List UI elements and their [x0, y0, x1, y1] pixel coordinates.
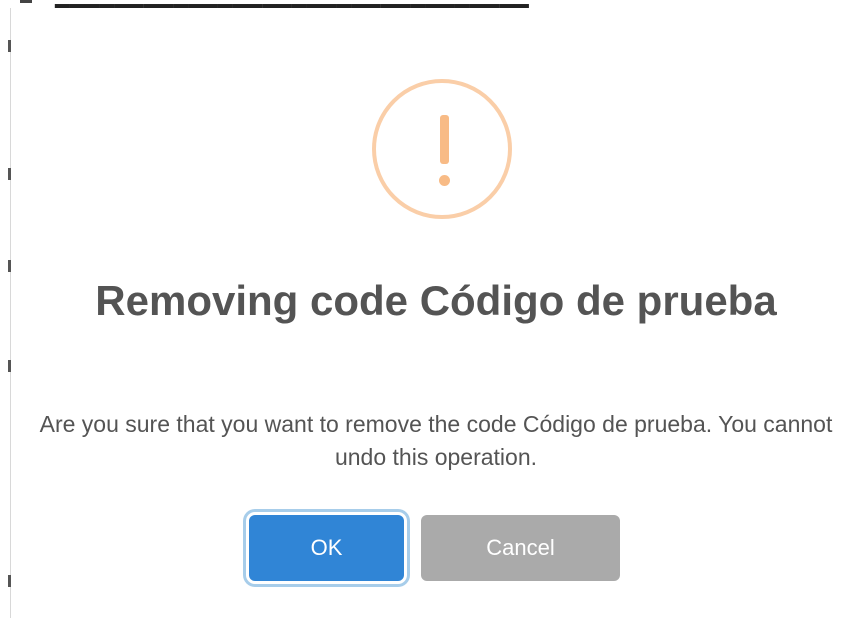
dialog-actions: OK Cancel: [0, 502, 847, 592]
background-mark: [20, 0, 32, 3]
cancel-button[interactable]: Cancel: [421, 515, 620, 581]
dialog-title: Removing code Código de prueba: [95, 277, 777, 324]
exclamation-bar: [440, 115, 449, 164]
warning-exclamation-icon: [372, 79, 512, 219]
dialog-message: Are you sure that you want to remove the…: [39, 411, 833, 470]
background-page-fragment: ▂▂▂▂▂▂▂▂▂▂▂▂▂▂▂▂▂▂▂▂▂▂▂▂▂▂▂▂▂▂▂▂: [0, 0, 847, 8]
exclamation-dot: [439, 175, 450, 186]
ok-button[interactable]: OK: [249, 515, 404, 581]
background-text-fragment: ▂▂▂▂▂▂▂▂▂▂▂▂▂▂▂▂▂▂▂▂▂▂▂▂▂▂▂▂▂▂▂▂: [55, 0, 529, 8]
